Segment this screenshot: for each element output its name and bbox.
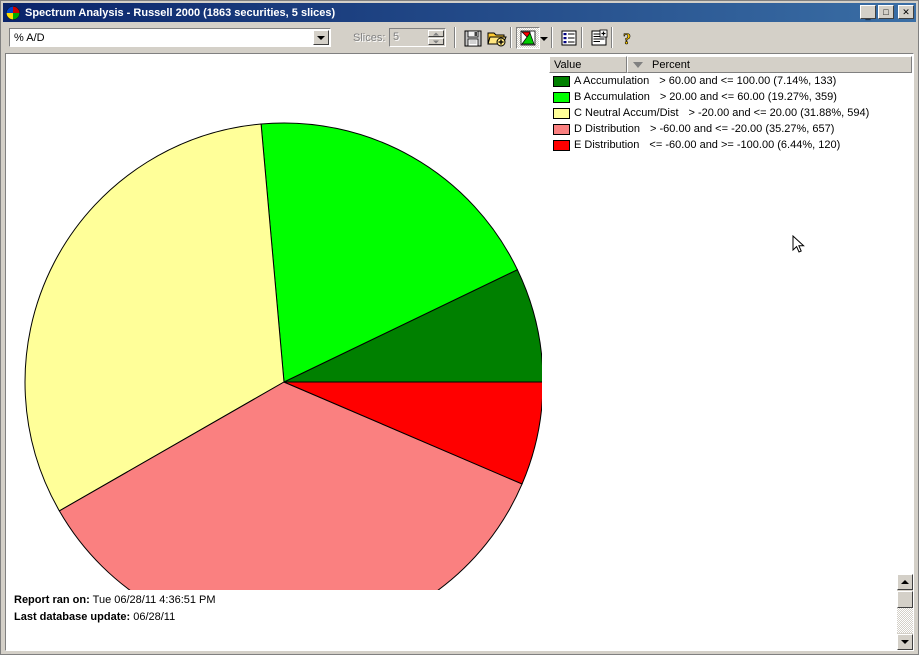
legend-row-label: E Distribution <box>574 139 640 151</box>
legend-color-swatch <box>553 75 570 87</box>
legend-column-value[interactable]: Value <box>549 56 627 73</box>
scroll-down-arrow-icon <box>901 640 909 644</box>
scroll-down-button[interactable] <box>897 634 913 650</box>
vertical-scrollbar[interactable] <box>897 574 913 650</box>
last-database-update-value: 06/28/11 <box>133 611 176 623</box>
legend-row-label: B Accumulation <box>574 91 650 103</box>
detail-view-button[interactable] <box>587 27 611 49</box>
report-ran-on-label: Report ran on: <box>14 594 90 606</box>
toolbar-separator-2 <box>510 27 512 48</box>
maximize-icon: □ <box>883 7 889 17</box>
help-button[interactable]: ? <box>615 27 639 49</box>
indicator-select-value: % A/D <box>14 31 45 44</box>
minimize-icon: _ <box>865 10 871 20</box>
minimize-button[interactable]: _ <box>860 5 876 20</box>
scrollbar-track[interactable] <box>897 608 913 633</box>
report-footer: Report ran on: Tue 06/28/11 4:36:51 PM L… <box>14 592 216 626</box>
legend-color-swatch <box>553 91 570 103</box>
chevron-down-icon[interactable] <box>313 30 329 45</box>
legend-row[interactable]: C Neutral Accum/Dist > -20.00 and <= 20.0… <box>549 105 912 121</box>
sort-descending-icon <box>633 61 643 68</box>
title-bar[interactable]: Spectrum Analysis - Russell 2000 (1863 s… <box>3 3 916 22</box>
toolbar-separator-5 <box>611 27 613 48</box>
chart-type-dropdown[interactable] <box>537 27 550 49</box>
pie-chart-icon[interactable] <box>5 4 21 21</box>
indicator-select[interactable]: % A/D <box>9 28 331 47</box>
toolbar-separator-1 <box>454 27 456 48</box>
legend-row[interactable]: D Distribution > -60.00 and <= -20.00 (35… <box>549 121 912 137</box>
legend-row[interactable]: E Distribution <= -60.00 and >= -100.00 (… <box>549 137 912 153</box>
scroll-up-arrow-icon <box>901 580 909 584</box>
slices-decrement-button[interactable] <box>428 38 444 45</box>
legend-color-swatch <box>553 107 570 119</box>
legend-row-percent: > 20.00 and <= 60.00 (19.27%, 359) <box>659 91 837 103</box>
slices-stepper[interactable]: 5 <box>389 28 446 47</box>
application-window: Spectrum Analysis - Russell 2000 (1863 s… <box>0 0 919 655</box>
slices-value: 5 <box>393 31 400 43</box>
report-canvas: Value Percent A Accumulation > 60.00 and … <box>5 53 914 651</box>
pie-chart-svg[interactable] <box>22 70 544 642</box>
legend-row-percent: > 60.00 and <= 100.00 (7.14%, 133) <box>659 75 837 87</box>
legend-row-percent: > -20.00 and <= 20.00 (31.88%, 594) <box>688 107 870 119</box>
open-button[interactable] <box>485 27 509 49</box>
legend-row-label: D Distribution <box>574 123 641 135</box>
last-database-update-line: Last database update: 06/28/11 <box>14 609 216 626</box>
toolbar: % A/D Slices: 5 ? <box>3 24 916 51</box>
scrollbar-thumb[interactable] <box>897 591 913 608</box>
legend-color-swatch <box>553 139 570 151</box>
svg-text:?: ? <box>623 31 631 48</box>
maximize-button[interactable]: □ <box>878 5 894 19</box>
legend-column-value-label: Value <box>554 58 582 71</box>
legend: Value Percent A Accumulation > 60.00 and … <box>549 56 912 153</box>
window-controls: _ □ ✕ <box>860 5 914 20</box>
legend-row-percent: <= -60.00 and >= -100.00 (6.44%, 120) <box>649 139 841 151</box>
window-title: Spectrum Analysis - Russell 2000 (1863 s… <box>25 6 336 19</box>
close-button[interactable]: ✕ <box>898 5 914 19</box>
legend-rows: A Accumulation > 60.00 and <= 100.00 (7.1… <box>549 73 912 153</box>
report-ran-on-value: Tue 06/28/11 4:36:51 PM <box>92 594 216 606</box>
slices-label: Slices: <box>353 32 386 44</box>
legend-row[interactable]: B Accumulation > 20.00 and <= 60.00 (19.2… <box>549 89 912 105</box>
toolbar-separator-3 <box>551 27 553 48</box>
legend-row-percent: > -60.00 and <= -20.00 (35.27%, 657) <box>650 123 835 135</box>
legend-color-swatch <box>553 123 570 135</box>
save-button[interactable] <box>461 27 485 49</box>
legend-row[interactable]: A Accumulation > 60.00 and <= 100.00 (7.1… <box>549 73 912 89</box>
close-icon: ✕ <box>902 7 910 17</box>
slices-increment-button[interactable] <box>428 30 444 37</box>
last-database-update-label: Last database update: <box>14 611 131 623</box>
report-ran-on-line: Report ran on: Tue 06/28/11 4:36:51 PM <box>14 592 216 609</box>
toolbar-separator-4 <box>581 27 583 48</box>
scroll-up-button[interactable] <box>897 574 913 590</box>
legend-row-label: C Neutral Accum/Dist <box>574 107 679 119</box>
list-view-button[interactable] <box>557 27 581 49</box>
legend-row-label: A Accumulation <box>574 75 650 87</box>
legend-column-percent-label: Percent <box>652 58 690 71</box>
legend-header: Value Percent <box>549 56 912 73</box>
legend-column-percent[interactable]: Percent <box>627 56 912 73</box>
pie-chart[interactable] <box>22 70 544 642</box>
